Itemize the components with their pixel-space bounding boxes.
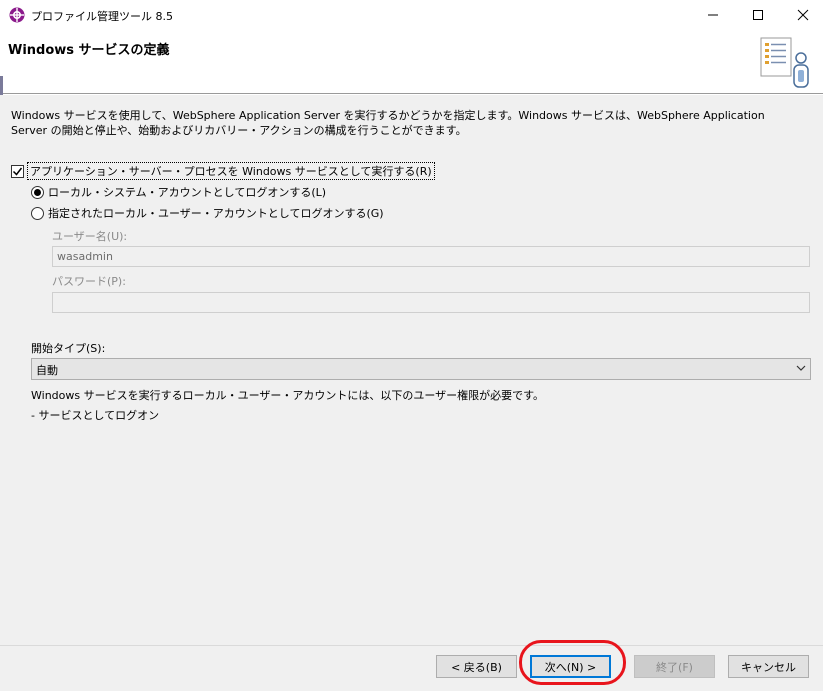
checkmark-icon <box>12 167 23 176</box>
password-label: パスワード(P): <box>52 275 126 288</box>
next-button-highlight <box>519 640 626 685</box>
logon-local-user-radio-row[interactable]: 指定されたローカル・ユーザー・アカウントとしてログオンする(G) <box>31 205 384 221</box>
wizard-header: Windows サービスの定義 <box>0 30 823 94</box>
maximize-icon <box>753 10 763 20</box>
back-button[interactable]: < 戻る(B) <box>436 655 517 678</box>
logon-local-user-label[interactable]: 指定されたローカル・ユーザー・アカウントとしてログオンする(G) <box>48 205 384 221</box>
logon-local-system-label[interactable]: ローカル・システム・アカウントとしてログオンする(L) <box>48 184 326 200</box>
minimize-button[interactable] <box>690 0 736 30</box>
close-icon <box>797 9 809 21</box>
wizard-content: Windows サービスを使用して、WebSphere Application … <box>0 95 823 645</box>
document-user-icon <box>760 37 809 88</box>
password-field <box>52 292 810 313</box>
title-bar: プロファイル管理ツール 8.5 <box>0 0 823 30</box>
maximize-button[interactable] <box>735 0 781 30</box>
username-field: wasadmin <box>52 246 810 267</box>
startup-type-label: 開始タイプ(S): <box>31 342 106 355</box>
close-button[interactable] <box>780 0 823 30</box>
page-description: Windows サービスを使用して、WebSphere Application … <box>11 109 765 137</box>
minimize-icon <box>708 14 718 16</box>
page-title: Windows サービスの定義 <box>8 43 170 58</box>
startup-type-value: 自動 <box>36 364 58 377</box>
logon-local-user-radio[interactable] <box>31 206 44 220</box>
startup-type-select[interactable]: 自動 <box>31 358 811 380</box>
window-title: プロファイル管理ツール 8.5 <box>31 10 173 23</box>
cancel-button[interactable]: キャンセル <box>728 655 809 678</box>
user-rights-note: Windows サービスを実行するローカル・ユーザー・アカウントには、以下のユー… <box>31 389 545 402</box>
logon-local-system-radio-row[interactable]: ローカル・システム・アカウントとしてログオンする(L) <box>31 184 326 200</box>
run-as-service-label[interactable]: アプリケーション・サーバー・プロセスを Windows サービスとして実行する(… <box>27 162 435 180</box>
user-right-item: - サービスとしてログオン <box>31 409 160 422</box>
window-edge-marker <box>0 76 3 96</box>
logon-local-system-radio[interactable] <box>31 185 44 199</box>
username-label: ユーザー名(U): <box>52 230 128 243</box>
run-as-service-checkbox-row[interactable]: アプリケーション・サーバー・プロセスを Windows サービスとして実行する(… <box>11 162 435 180</box>
app-logo-icon <box>9 7 25 23</box>
run-as-service-checkbox[interactable] <box>11 164 24 178</box>
wizard-footer: < 戻る(B) 次へ(N) > 終了(F) キャンセル <box>0 645 823 691</box>
chevron-down-icon <box>796 365 806 371</box>
finish-button: 終了(F) <box>634 655 715 678</box>
